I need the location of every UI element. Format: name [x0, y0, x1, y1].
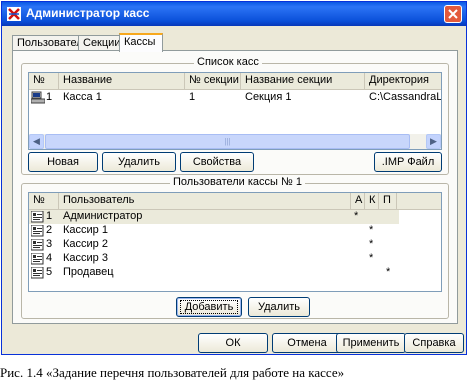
- scroll-right-button[interactable]: ▶: [426, 134, 441, 149]
- admin-dialog-window: Администратор касс Пользователи Секции К…: [1, 1, 467, 355]
- title-bar[interactable]: Администратор касс: [2, 2, 466, 26]
- ok-button[interactable]: ОК: [198, 333, 268, 353]
- kassa-properties-button[interactable]: Свойства: [180, 152, 254, 172]
- col-header-k[interactable]: К: [365, 193, 379, 209]
- col-header-user-num[interactable]: №: [29, 193, 59, 209]
- user-num: 5: [46, 266, 53, 278]
- kassa-name: Касса 1: [63, 91, 102, 103]
- imp-file-button[interactable]: .IMP Файл: [374, 152, 442, 172]
- delete-user-button[interactable]: Удалить: [248, 297, 310, 317]
- figure-caption: Рис. 1.4 «Задание перечня пользователей …: [0, 365, 345, 380]
- users-list[interactable]: № Пользователь А К П 1 Администратор * 2…: [28, 192, 442, 292]
- user-row[interactable]: 3 Кассир 2 *: [29, 238, 441, 252]
- kassa-directory: C:\CassandraLig: [369, 91, 442, 103]
- user-name: Продавец: [63, 266, 114, 278]
- close-icon: [448, 9, 458, 19]
- scroll-left-button[interactable]: ◀: [29, 134, 44, 149]
- kassy-group-title: Список касс: [194, 56, 262, 68]
- col-header-name[interactable]: Название: [59, 73, 185, 89]
- user-flag-k: *: [369, 238, 374, 250]
- chevron-left-icon: ◀: [33, 136, 40, 146]
- kassy-list[interactable]: № Название № секции Название секции Дире…: [28, 72, 442, 150]
- user-row[interactable]: 5 Продавец *: [29, 266, 441, 280]
- user-name: Кассир 3: [63, 252, 108, 264]
- close-button[interactable]: [444, 5, 462, 23]
- kassa-row[interactable]: 1 Касса 1 1 Секция 1 C:\CassandraLig: [29, 91, 442, 105]
- col-header-section-num[interactable]: № секции: [185, 73, 241, 89]
- col-header-user[interactable]: Пользователь: [59, 193, 351, 209]
- user-num: 3: [46, 238, 53, 250]
- kassy-list-header: № Название № секции Название секции Дире…: [29, 73, 441, 90]
- tab-sections-label: Секции: [83, 37, 121, 49]
- tab-kassy[interactable]: Кассы: [119, 33, 163, 52]
- app-icon: [7, 7, 21, 21]
- add-user-label: Добавить: [179, 300, 239, 314]
- user-name: Кассир 2: [63, 238, 108, 250]
- delete-kassa-button[interactable]: Удалить: [102, 152, 176, 172]
- chevron-right-icon: ▶: [430, 136, 437, 146]
- tab-users[interactable]: Пользователи: [12, 35, 89, 51]
- user-icon: [31, 225, 44, 237]
- user-row[interactable]: 1 Администратор *: [29, 210, 441, 224]
- col-header-section-name[interactable]: Название секции: [241, 73, 365, 89]
- col-header-a[interactable]: А: [351, 193, 365, 209]
- col-header-directory[interactable]: Директория: [365, 73, 441, 89]
- user-icon: [31, 253, 44, 265]
- col-header-p[interactable]: П: [379, 193, 397, 209]
- user-num: 2: [46, 224, 53, 236]
- user-icon: [31, 267, 44, 279]
- user-num: 4: [46, 252, 53, 264]
- users-group-title: Пользователи кассы № 1: [170, 176, 305, 188]
- user-row[interactable]: 4 Кассир 3 *: [29, 252, 441, 266]
- users-list-header: № Пользователь А К П: [29, 193, 441, 210]
- cancel-button[interactable]: Отмена: [272, 333, 342, 353]
- grip-icon: |||: [224, 137, 231, 146]
- scroll-thumb[interactable]: |||: [45, 134, 410, 149]
- user-name: Кассир 1: [63, 224, 108, 236]
- user-name: Администратор: [63, 210, 143, 222]
- window-title: Администратор касс: [26, 6, 150, 20]
- tab-panel: Список касс № Название № секции Название…: [12, 50, 458, 324]
- kassa-section-num: 1: [189, 91, 196, 103]
- users-groupbox: Пользователи кассы № 1 № Пользователь А …: [21, 176, 449, 319]
- user-flag-k: *: [369, 252, 374, 264]
- user-row[interactable]: 2 Кассир 1 *: [29, 224, 441, 238]
- user-icon: [31, 211, 44, 223]
- user-flag-k: *: [369, 224, 374, 236]
- kassy-hscrollbar[interactable]: ◀ ||| ▶: [29, 134, 441, 149]
- help-button[interactable]: Справка: [404, 333, 464, 353]
- kassa-section-name: Секция 1: [245, 91, 292, 103]
- cash-register-icon: [31, 91, 45, 104]
- user-flag-a: *: [354, 210, 359, 222]
- user-flag-p: *: [386, 266, 391, 278]
- tab-kassy-label: Кассы: [124, 36, 156, 48]
- tab-sections[interactable]: Секции: [78, 35, 120, 51]
- user-num: 1: [46, 210, 53, 222]
- kassa-num: 1: [46, 91, 53, 103]
- new-kassa-button[interactable]: Новая: [28, 152, 98, 172]
- col-header-num[interactable]: №: [29, 73, 59, 89]
- apply-button[interactable]: Применить: [336, 333, 406, 353]
- kassy-groupbox: Список касс № Название № секции Название…: [21, 56, 449, 175]
- add-user-button[interactable]: Добавить: [176, 297, 242, 317]
- user-icon: [31, 239, 44, 251]
